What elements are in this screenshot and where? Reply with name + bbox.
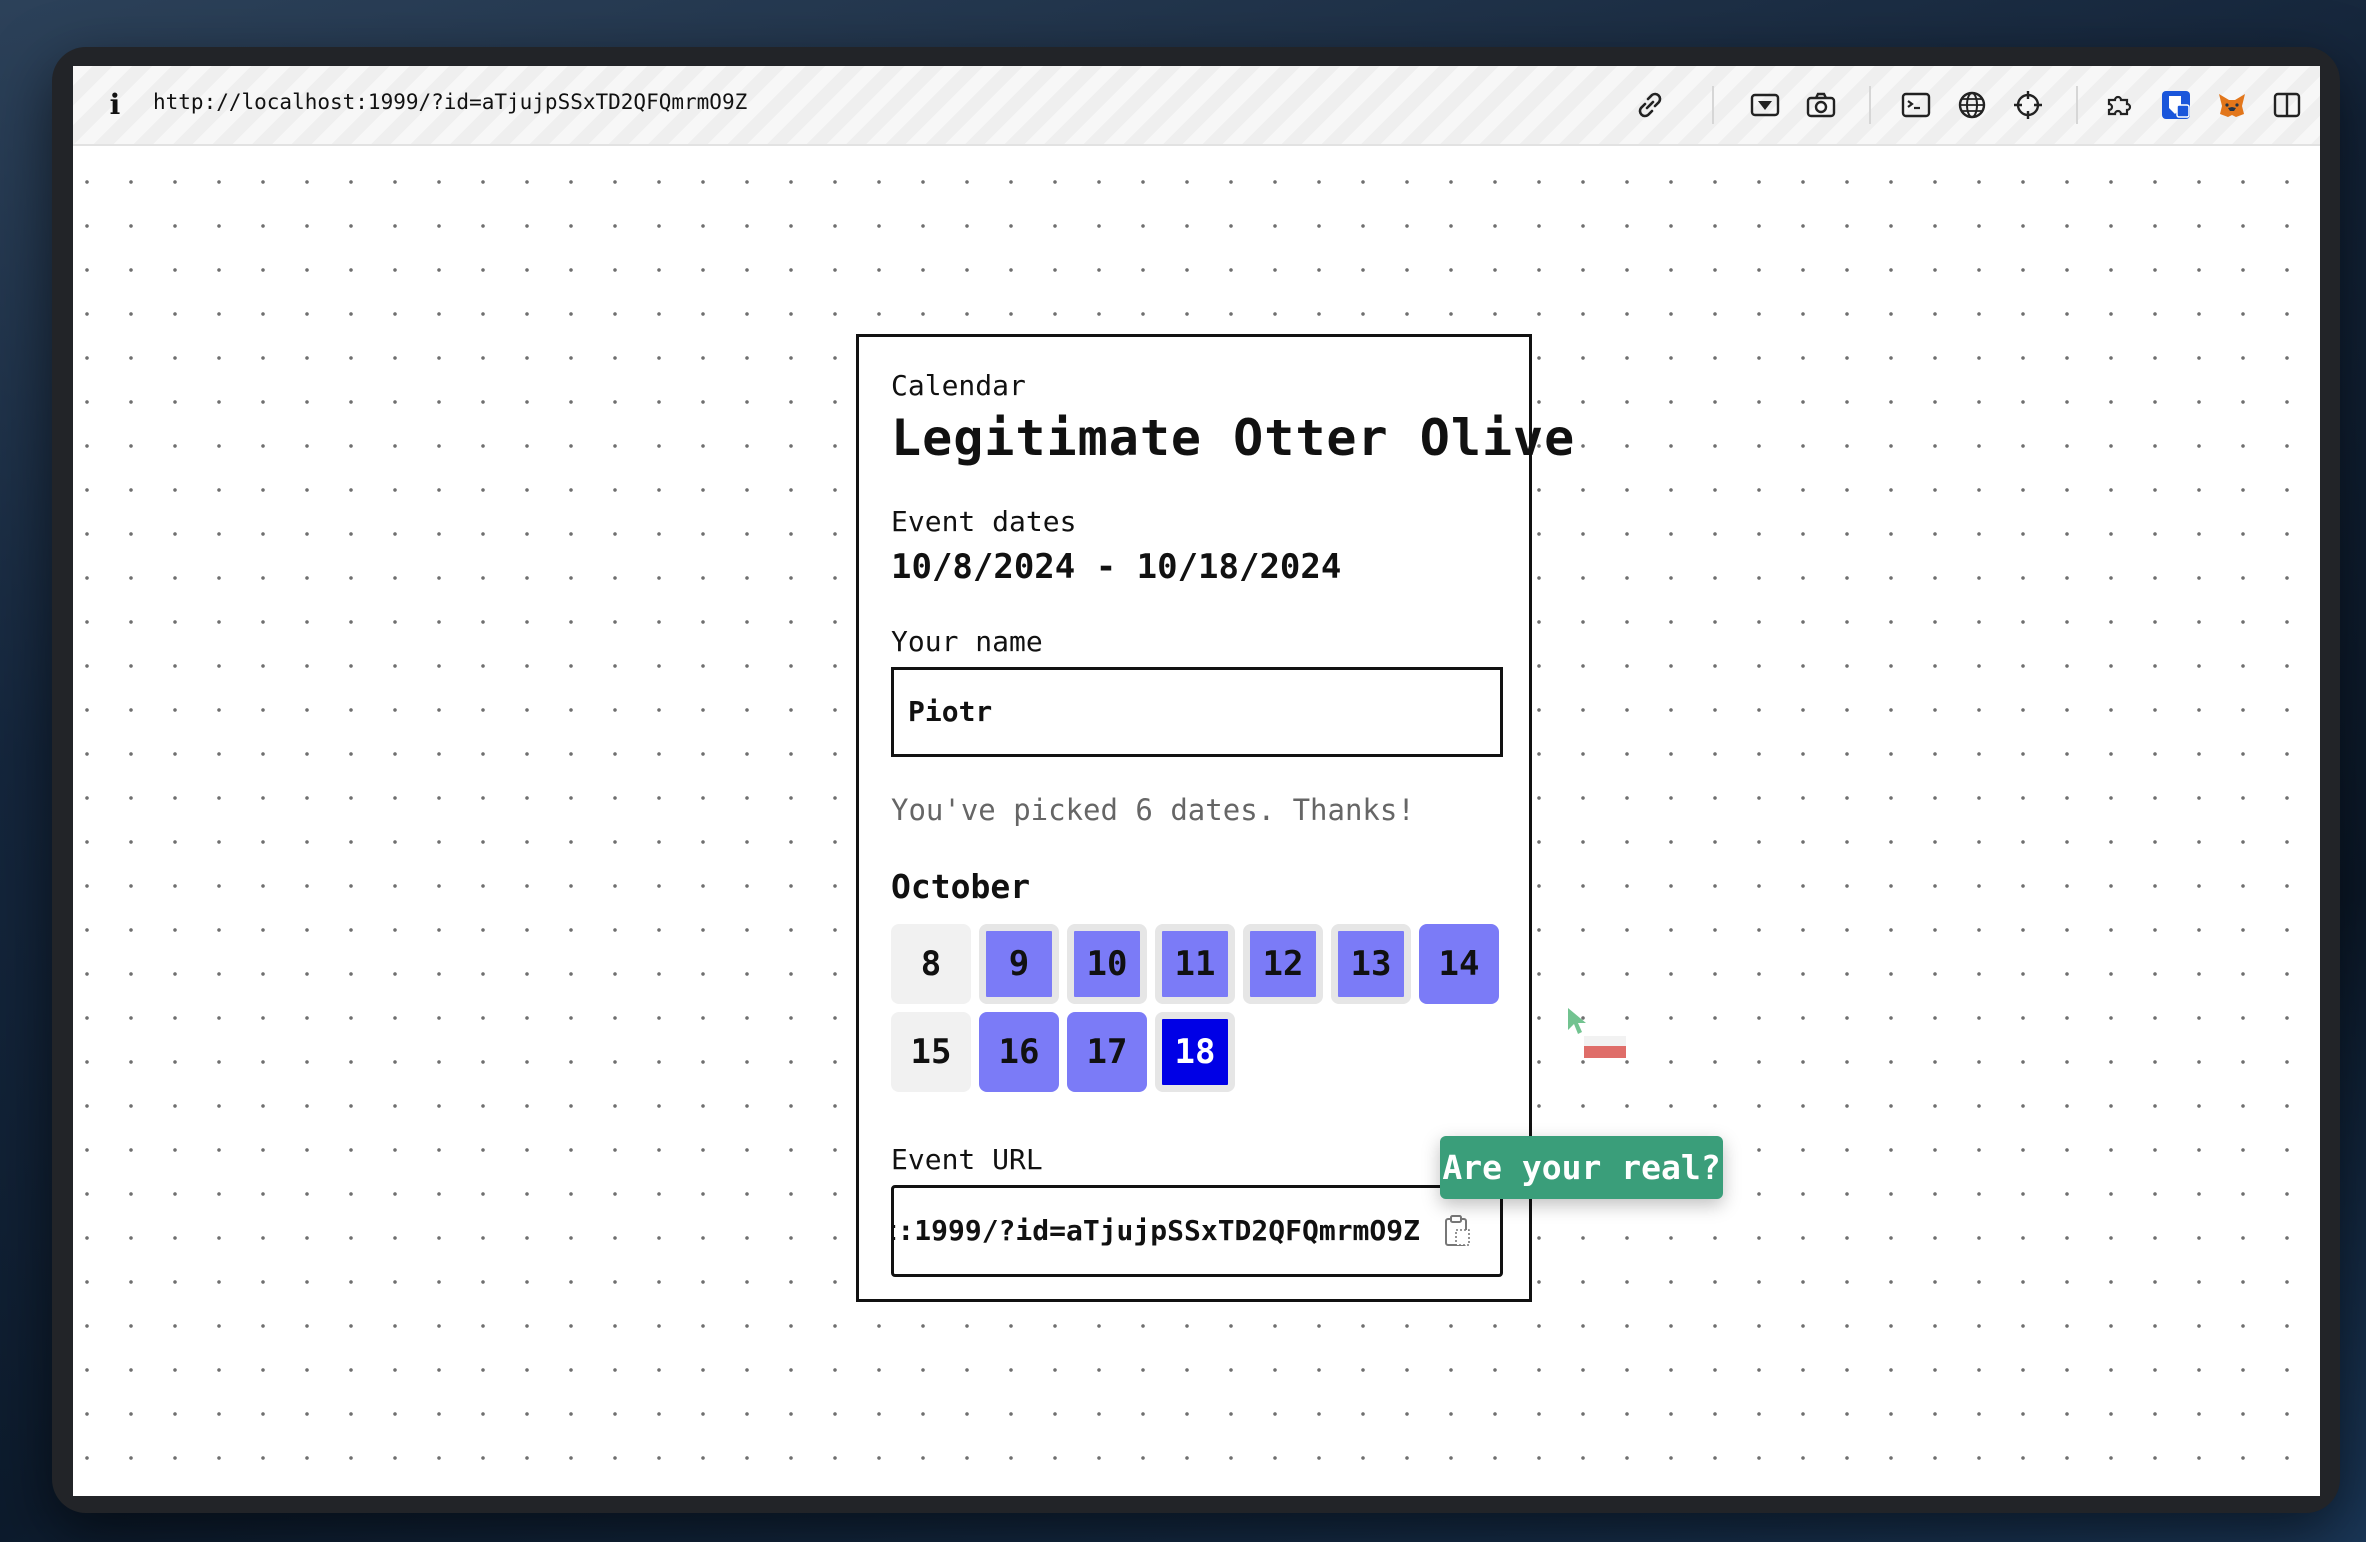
crosshair-icon[interactable] (2011, 88, 2045, 122)
browser-toolbar: i http://localhost:1999/?id=aTjujpSSxTD2… (73, 66, 2320, 146)
day-button[interactable]: 17 (1067, 1012, 1147, 1092)
terminal-icon[interactable] (1899, 88, 1933, 122)
day-button[interactable]: 16 (979, 1012, 1059, 1092)
event-dates-label: Event dates (891, 505, 1077, 538)
event-url-field[interactable]: http://localhost:1999/?id=aTjujpSSxTD2QF… (891, 1185, 1503, 1277)
day-number: 10 (1086, 944, 1128, 984)
sidebar-icon[interactable] (2270, 88, 2304, 122)
globe-icon[interactable] (1955, 88, 1989, 122)
day-number: 8 (920, 944, 942, 984)
picture-in-picture-icon[interactable] (1748, 88, 1782, 122)
name-input[interactable]: Piotr (891, 667, 1503, 757)
toolbar-divider (1869, 86, 1871, 124)
clipboard-icon[interactable] (1442, 1214, 1472, 1248)
page-content: Calendar Legitimate Otter Olive Event da… (73, 146, 2320, 1496)
day-button[interactable]: 13 (1331, 924, 1411, 1004)
day-number: 18 (1174, 1032, 1216, 1072)
are-you-real-badge[interactable]: Are your real? (1440, 1136, 1723, 1199)
picked-dates-message: You've picked 6 dates. Thanks! (891, 793, 1415, 827)
browser-window: i http://localhost:1999/?id=aTjujpSSxTD2… (73, 66, 2320, 1496)
event-url-label: Event URL (891, 1143, 1043, 1176)
cursor-with-flag-icon (1568, 1008, 1626, 1058)
day-number: 13 (1350, 944, 1392, 984)
toolbar-divider (1712, 86, 1714, 124)
puzzle-icon[interactable] (2103, 88, 2137, 122)
day-button[interactable]: 8 (891, 924, 971, 1004)
day-button[interactable]: 10 (1067, 924, 1147, 1004)
name-label: Your name (891, 625, 1043, 658)
camera-icon[interactable] (1804, 88, 1838, 122)
day-number: 9 (1008, 944, 1030, 984)
day-button[interactable]: 15 (891, 1012, 971, 1092)
day-number: 14 (1438, 944, 1480, 984)
day-button[interactable]: 12 (1243, 924, 1323, 1004)
link-icon[interactable] (1633, 88, 1667, 122)
info-icon[interactable]: i (103, 88, 127, 122)
toolbar-divider (2076, 86, 2078, 124)
event-url-value: http://localhost:1999/?id=aTjujpSSxTD2QF… (894, 1214, 1420, 1247)
event-title: Legitimate Otter Olive (891, 409, 1576, 467)
address-bar[interactable]: http://localhost:1999/?id=aTjujpSSxTD2QF… (153, 90, 747, 114)
day-number: 16 (998, 1032, 1040, 1072)
card-kicker: Calendar (891, 369, 1026, 402)
day-number: 15 (910, 1032, 952, 1072)
password-manager-icon[interactable] (2159, 88, 2193, 122)
metamask-fox-icon[interactable] (2215, 88, 2249, 122)
month-heading: October (891, 867, 1031, 906)
day-number: 11 (1174, 944, 1216, 984)
day-button[interactable]: 18 (1155, 1012, 1235, 1092)
day-button[interactable]: 9 (979, 924, 1059, 1004)
day-button[interactable]: 11 (1155, 924, 1235, 1004)
day-number: 17 (1086, 1032, 1128, 1072)
event-dates-value: 10/8/2024 - 10/18/2024 (891, 547, 1342, 587)
day-number: 12 (1262, 944, 1304, 984)
day-button[interactable]: 14 (1419, 924, 1499, 1004)
calendar-card: Calendar Legitimate Otter Olive Event da… (856, 334, 1574, 1302)
